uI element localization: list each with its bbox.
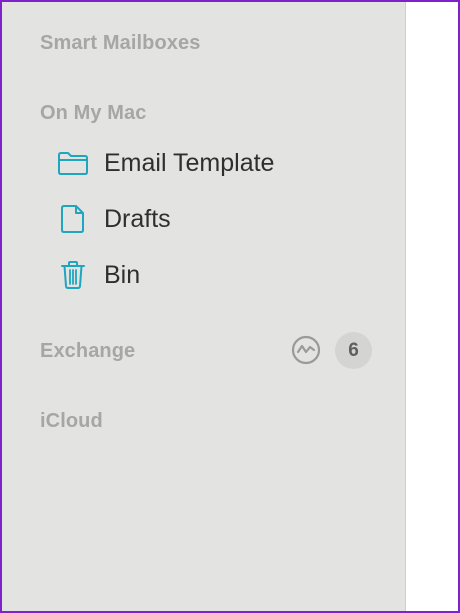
section-smart-mailboxes[interactable]: Smart Mailboxes [40, 32, 200, 55]
window-frame: Smart Mailboxes On My Mac Email Template… [0, 0, 460, 613]
document-icon [56, 204, 90, 234]
unread-count-badge: 6 [335, 332, 372, 369]
section-exchange[interactable]: Exchange [40, 340, 135, 363]
mailbox-sidebar: Smart Mailboxes On My Mac Email Template… [2, 2, 406, 611]
mailbox-item-email-template[interactable]: Email Template [56, 145, 274, 181]
section-on-my-mac[interactable]: On My Mac [40, 102, 146, 125]
activity-icon[interactable] [291, 335, 321, 365]
mailbox-item-bin[interactable]: Bin [56, 257, 140, 293]
mailbox-item-label: Email Template [104, 148, 275, 177]
section-icloud[interactable]: iCloud [40, 410, 103, 433]
mailbox-item-drafts[interactable]: Drafts [56, 201, 171, 237]
mailbox-item-label: Drafts [104, 204, 171, 233]
folder-icon [56, 148, 90, 178]
trash-icon [56, 260, 90, 290]
mailbox-item-label: Bin [104, 260, 141, 289]
